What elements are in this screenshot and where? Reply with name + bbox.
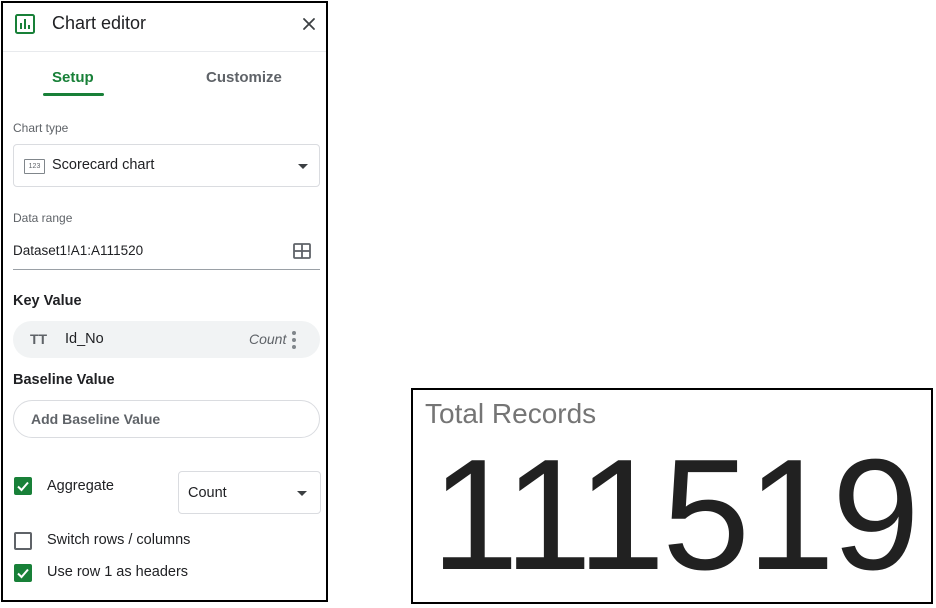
check-icon [17, 568, 29, 579]
aggregate-checkbox[interactable] [14, 477, 32, 495]
chevron-down-icon [298, 164, 308, 169]
chart-type-select[interactable]: 123 Scorecard chart [13, 144, 320, 187]
switch-rows-columns-label: Switch rows / columns [47, 532, 191, 548]
add-baseline-button[interactable]: Add Baseline Value [13, 400, 320, 438]
scorecard-chart-icon: 123 [24, 159, 45, 174]
chart-editor-panel: Chart editor Setup Customize Chart type … [1, 1, 328, 602]
close-icon[interactable] [299, 14, 319, 34]
chart-type-label: Chart type [13, 121, 69, 135]
check-icon [17, 481, 29, 492]
aggregate-select-value: Count [188, 485, 227, 501]
key-value-field-chip[interactable]: TT Id_No Count [13, 321, 320, 358]
tab-setup[interactable]: Setup [52, 69, 94, 86]
scorecard-chart[interactable]: Total Records 111519 [411, 388, 933, 604]
data-range-input[interactable]: Dataset1!A1:A111520 [13, 243, 143, 258]
chart-type-value: Scorecard chart [52, 157, 155, 173]
key-value-aggregation: Count [249, 331, 287, 347]
editor-header: Chart editor [3, 3, 326, 52]
chart-editor-icon [15, 14, 35, 34]
tab-customize[interactable]: Customize [206, 69, 282, 86]
use-row-1-headers-label: Use row 1 as headers [47, 564, 189, 580]
scorecard-title: Total Records [425, 398, 597, 429]
aggregate-label: Aggregate [47, 478, 114, 494]
switch-rows-columns-checkbox[interactable] [14, 532, 32, 550]
key-value-field-name: Id_No [65, 331, 104, 347]
editor-title: Chart editor [52, 13, 147, 33]
chevron-down-icon [297, 491, 307, 496]
text-type-icon: TT [30, 331, 48, 347]
add-baseline-label: Add Baseline Value [31, 411, 161, 427]
aggregate-select[interactable]: Count [178, 471, 321, 514]
data-range-label: Data range [13, 211, 73, 225]
key-value-heading: Key Value [13, 293, 82, 309]
scorecard-value: 111519 [431, 427, 920, 603]
select-range-grid-icon[interactable] [293, 243, 311, 259]
use-row-1-headers-checkbox[interactable] [14, 564, 32, 582]
more-options-icon[interactable] [292, 331, 296, 349]
active-tab-indicator [43, 93, 104, 96]
baseline-value-heading: Baseline Value [13, 372, 115, 388]
data-range-underline [13, 269, 320, 270]
